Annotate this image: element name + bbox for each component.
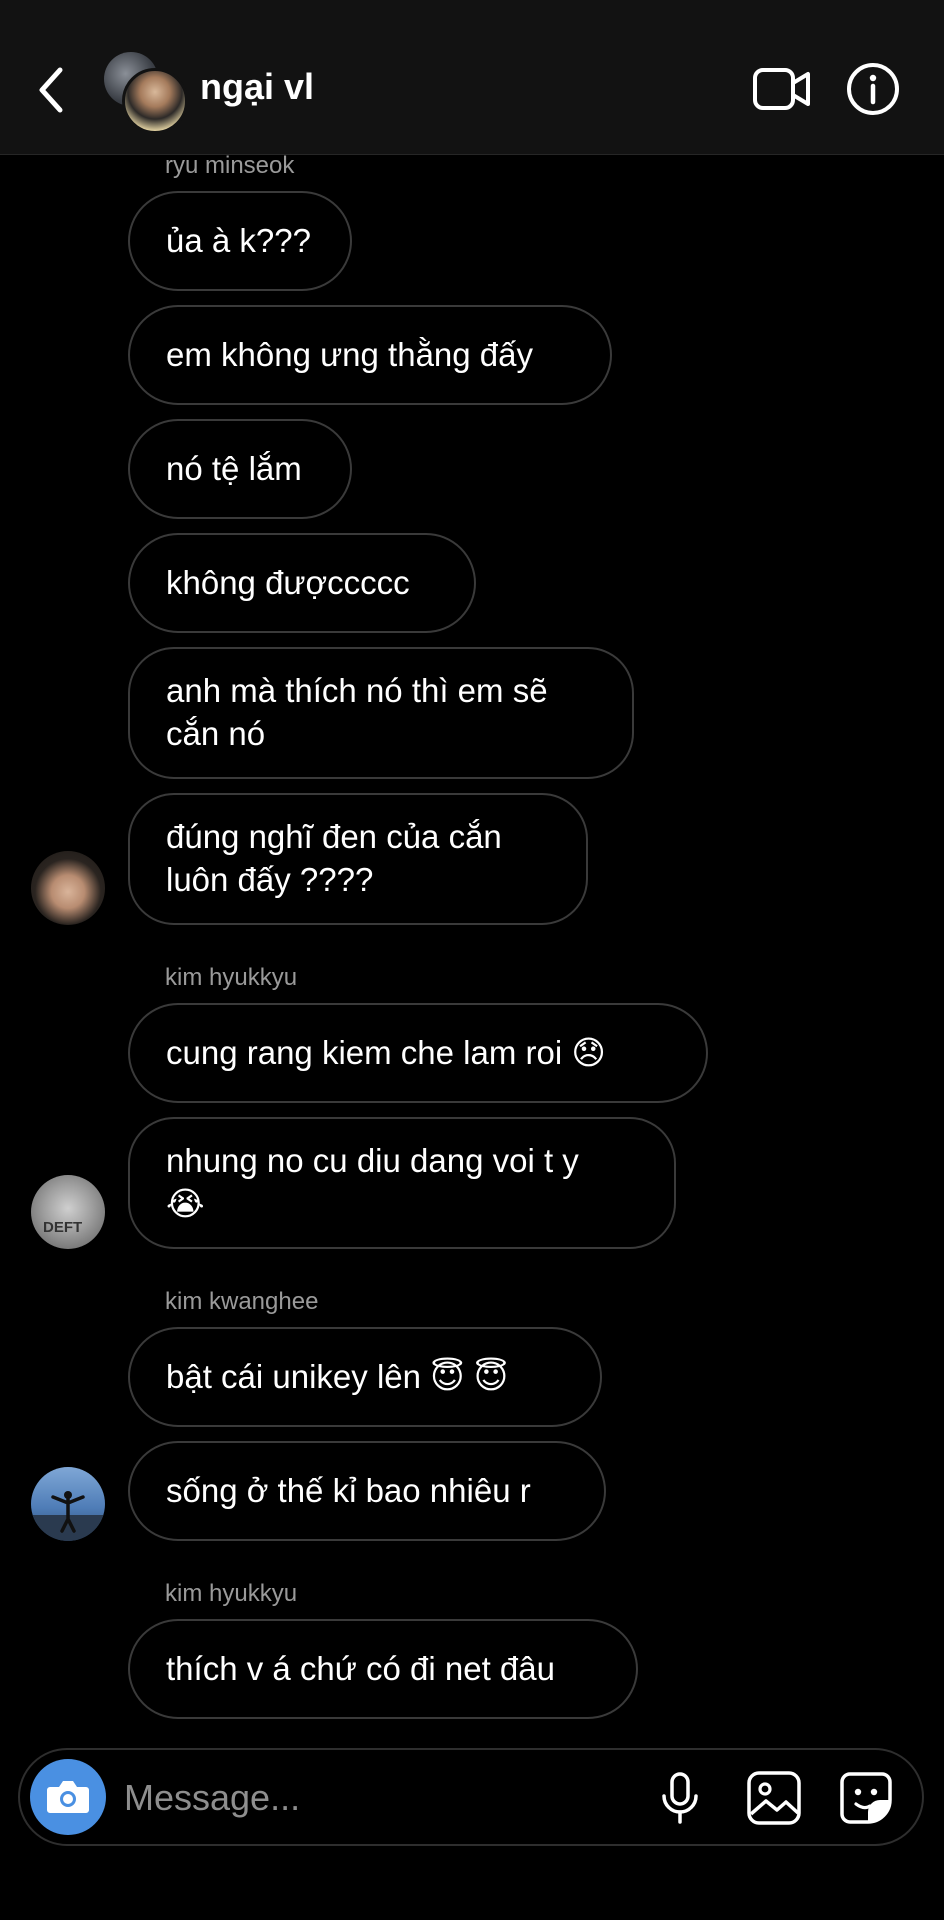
message-bubble[interactable]: em không ưng thằng đấy: [128, 305, 612, 405]
message-text: 😭: [166, 1185, 205, 1222]
gallery-button[interactable]: [744, 1768, 804, 1828]
message-composer: [18, 1748, 924, 1846]
message-text: nhung no cu diu dang voi t y: [166, 1142, 579, 1179]
message-text: không đượccccc: [166, 564, 410, 601]
message-text: sống ở thế kỉ bao nhiêu r: [166, 1472, 531, 1509]
message-bubble[interactable]: sống ở thế kỉ bao nhiêu r: [128, 1441, 606, 1541]
message-text: cắn nó: [166, 715, 266, 752]
group-avatar[interactable]: [104, 52, 188, 134]
microphone-icon: [662, 1772, 698, 1824]
avatar[interactable]: [31, 851, 105, 925]
avatar[interactable]: DEFT: [31, 1175, 105, 1249]
video-camera-icon: [753, 68, 810, 110]
sticker-icon: [840, 1772, 892, 1824]
person-silhouette-icon: [31, 1491, 105, 1541]
message-input[interactable]: [122, 1770, 546, 1826]
sender-name: kim kwanghee: [165, 1288, 319, 1315]
message-bubble[interactable]: cung rang kiem che lam roi 😞: [128, 1003, 708, 1103]
sender-name: kim hyukkyu: [165, 964, 298, 991]
chat-header: ngại vl: [0, 0, 944, 155]
sender-name: ryu minseok: [165, 152, 295, 179]
microphone-button[interactable]: [650, 1768, 710, 1828]
message-text: cung rang kiem che lam roi 😞: [166, 1034, 606, 1071]
message-text: luôn đấy ????: [166, 861, 374, 898]
avatar[interactable]: [31, 1467, 105, 1541]
image-gallery-icon: [747, 1771, 801, 1825]
camera-icon: [47, 1781, 89, 1813]
message-bubble[interactable]: bật cái unikey lên 😇 😇: [128, 1327, 602, 1427]
message-bubble[interactable]: anh mà thích nó thì em sẽ cắn nó: [128, 647, 634, 779]
message-text: bật cái unikey lên 😇 😇: [166, 1358, 509, 1395]
message-text: ủa à k???: [166, 222, 311, 259]
sender-name: kim hyukkyu: [165, 1580, 298, 1607]
avatar-text: DEFT: [43, 1219, 83, 1236]
message-bubble[interactable]: ủa à k???: [128, 191, 352, 291]
group-avatar-front: [122, 68, 188, 134]
camera-button[interactable]: [30, 1759, 106, 1835]
message-bubble[interactable]: nó tệ lắm: [128, 419, 352, 519]
message-text: nó tệ lắm: [166, 450, 302, 487]
sticker-button[interactable]: [836, 1768, 896, 1828]
info-icon: [847, 63, 899, 115]
message-text: đúng nghĩ đen của cắn: [166, 818, 502, 855]
message-text: em không ưng thằng đấy: [166, 336, 534, 373]
video-call-button[interactable]: [752, 66, 812, 112]
chat-title[interactable]: ngại vl: [200, 66, 314, 108]
info-button[interactable]: [846, 62, 900, 116]
message-text: thích v á chứ có đi net đâu: [166, 1650, 555, 1687]
message-bubble[interactable]: thích v á chứ có đi net đâu: [128, 1619, 638, 1719]
message-bubble[interactable]: nhung no cu diu dang voi t y 😭: [128, 1117, 676, 1249]
message-text: anh mà thích nó thì em sẽ: [166, 672, 548, 709]
chevron-left-icon: [39, 67, 63, 113]
message-bubble[interactable]: đúng nghĩ đen của cắn luôn đấy ????: [128, 793, 588, 925]
message-bubble[interactable]: không đượccccc: [128, 533, 476, 633]
back-button[interactable]: [30, 62, 74, 118]
